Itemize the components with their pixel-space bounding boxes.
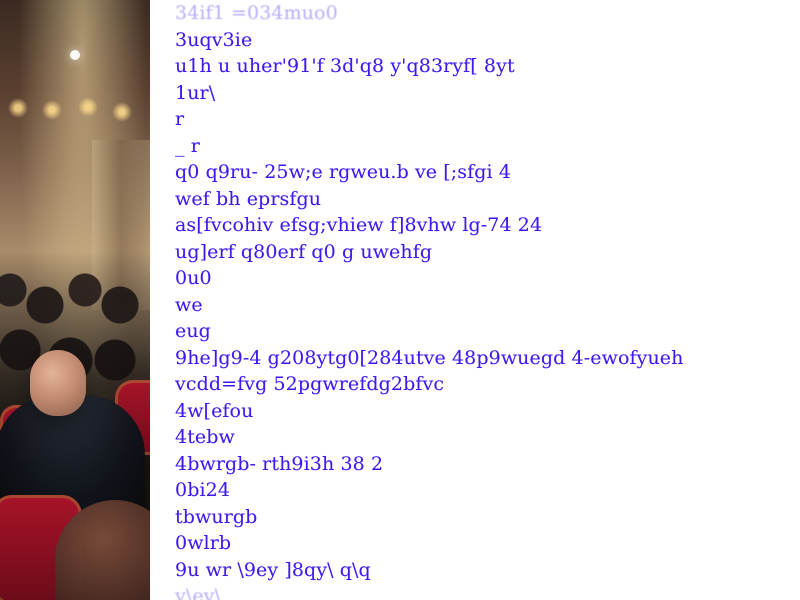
text-line: eug: [175, 320, 211, 342]
ceiling-lights: [0, 90, 150, 130]
text-line: q0 q9ru- 25w;e rgweu.b ve [;sfgi 4: [175, 161, 512, 183]
text-line: 4bwrgb- rth9i3h 38 2: [175, 452, 384, 475]
text-line: wef bh eprsfgu: [175, 187, 322, 210]
text-line: 34if1 =034muo0: [175, 2, 338, 24]
text-line: 9u wr \9ey ]8qy\ q\q: [175, 558, 371, 581]
text-lines: 34if1 =034muo0 3uqv3ie u1h u uher'91'f 3d'…: [175, 0, 790, 600]
screen: 34if1 =034muo0 3uqv3ie u1h u uher'91'f 3d'…: [0, 0, 800, 600]
text-line: 4tebw: [175, 426, 235, 448]
text-line: we: [175, 293, 203, 316]
text-line: 3uqv3ie: [175, 28, 253, 51]
text-line: ug]erf q80erf q0 g uwehfg: [175, 240, 433, 263]
text-line: tbwurgb: [175, 505, 258, 528]
text-panel: 34if1 =034muo0 3uqv3ie u1h u uher'91'f 3d'…: [150, 0, 800, 600]
text-line: vcdd=fvg 52pgwrefdg2bfvc: [175, 373, 445, 395]
conference-photo: [0, 0, 150, 600]
text-line: r: [175, 108, 185, 130]
stage-light: [70, 50, 80, 60]
text-line: 0bi24: [175, 479, 231, 501]
text-line: u1h u uher'91'f 3d'q8 y'q83ryf[ 8yt: [175, 55, 515, 77]
text-line: 4w[efou: [175, 399, 254, 422]
text-line: 0wlrb: [175, 532, 232, 554]
bald-person-head: [30, 350, 86, 416]
text-line: y\ey\: [175, 585, 222, 600]
text-line: 9he]g9-4 g208ytg0[284utve 48p9wuegd 4-ew…: [175, 346, 684, 369]
text-line: as[fvcohiv efsg;vhiew f]8vhw lg-74 24: [175, 214, 543, 236]
text-line: 1ur\: [175, 81, 216, 104]
text-line: _ r: [175, 134, 200, 157]
text-line: 0u0: [175, 267, 212, 289]
